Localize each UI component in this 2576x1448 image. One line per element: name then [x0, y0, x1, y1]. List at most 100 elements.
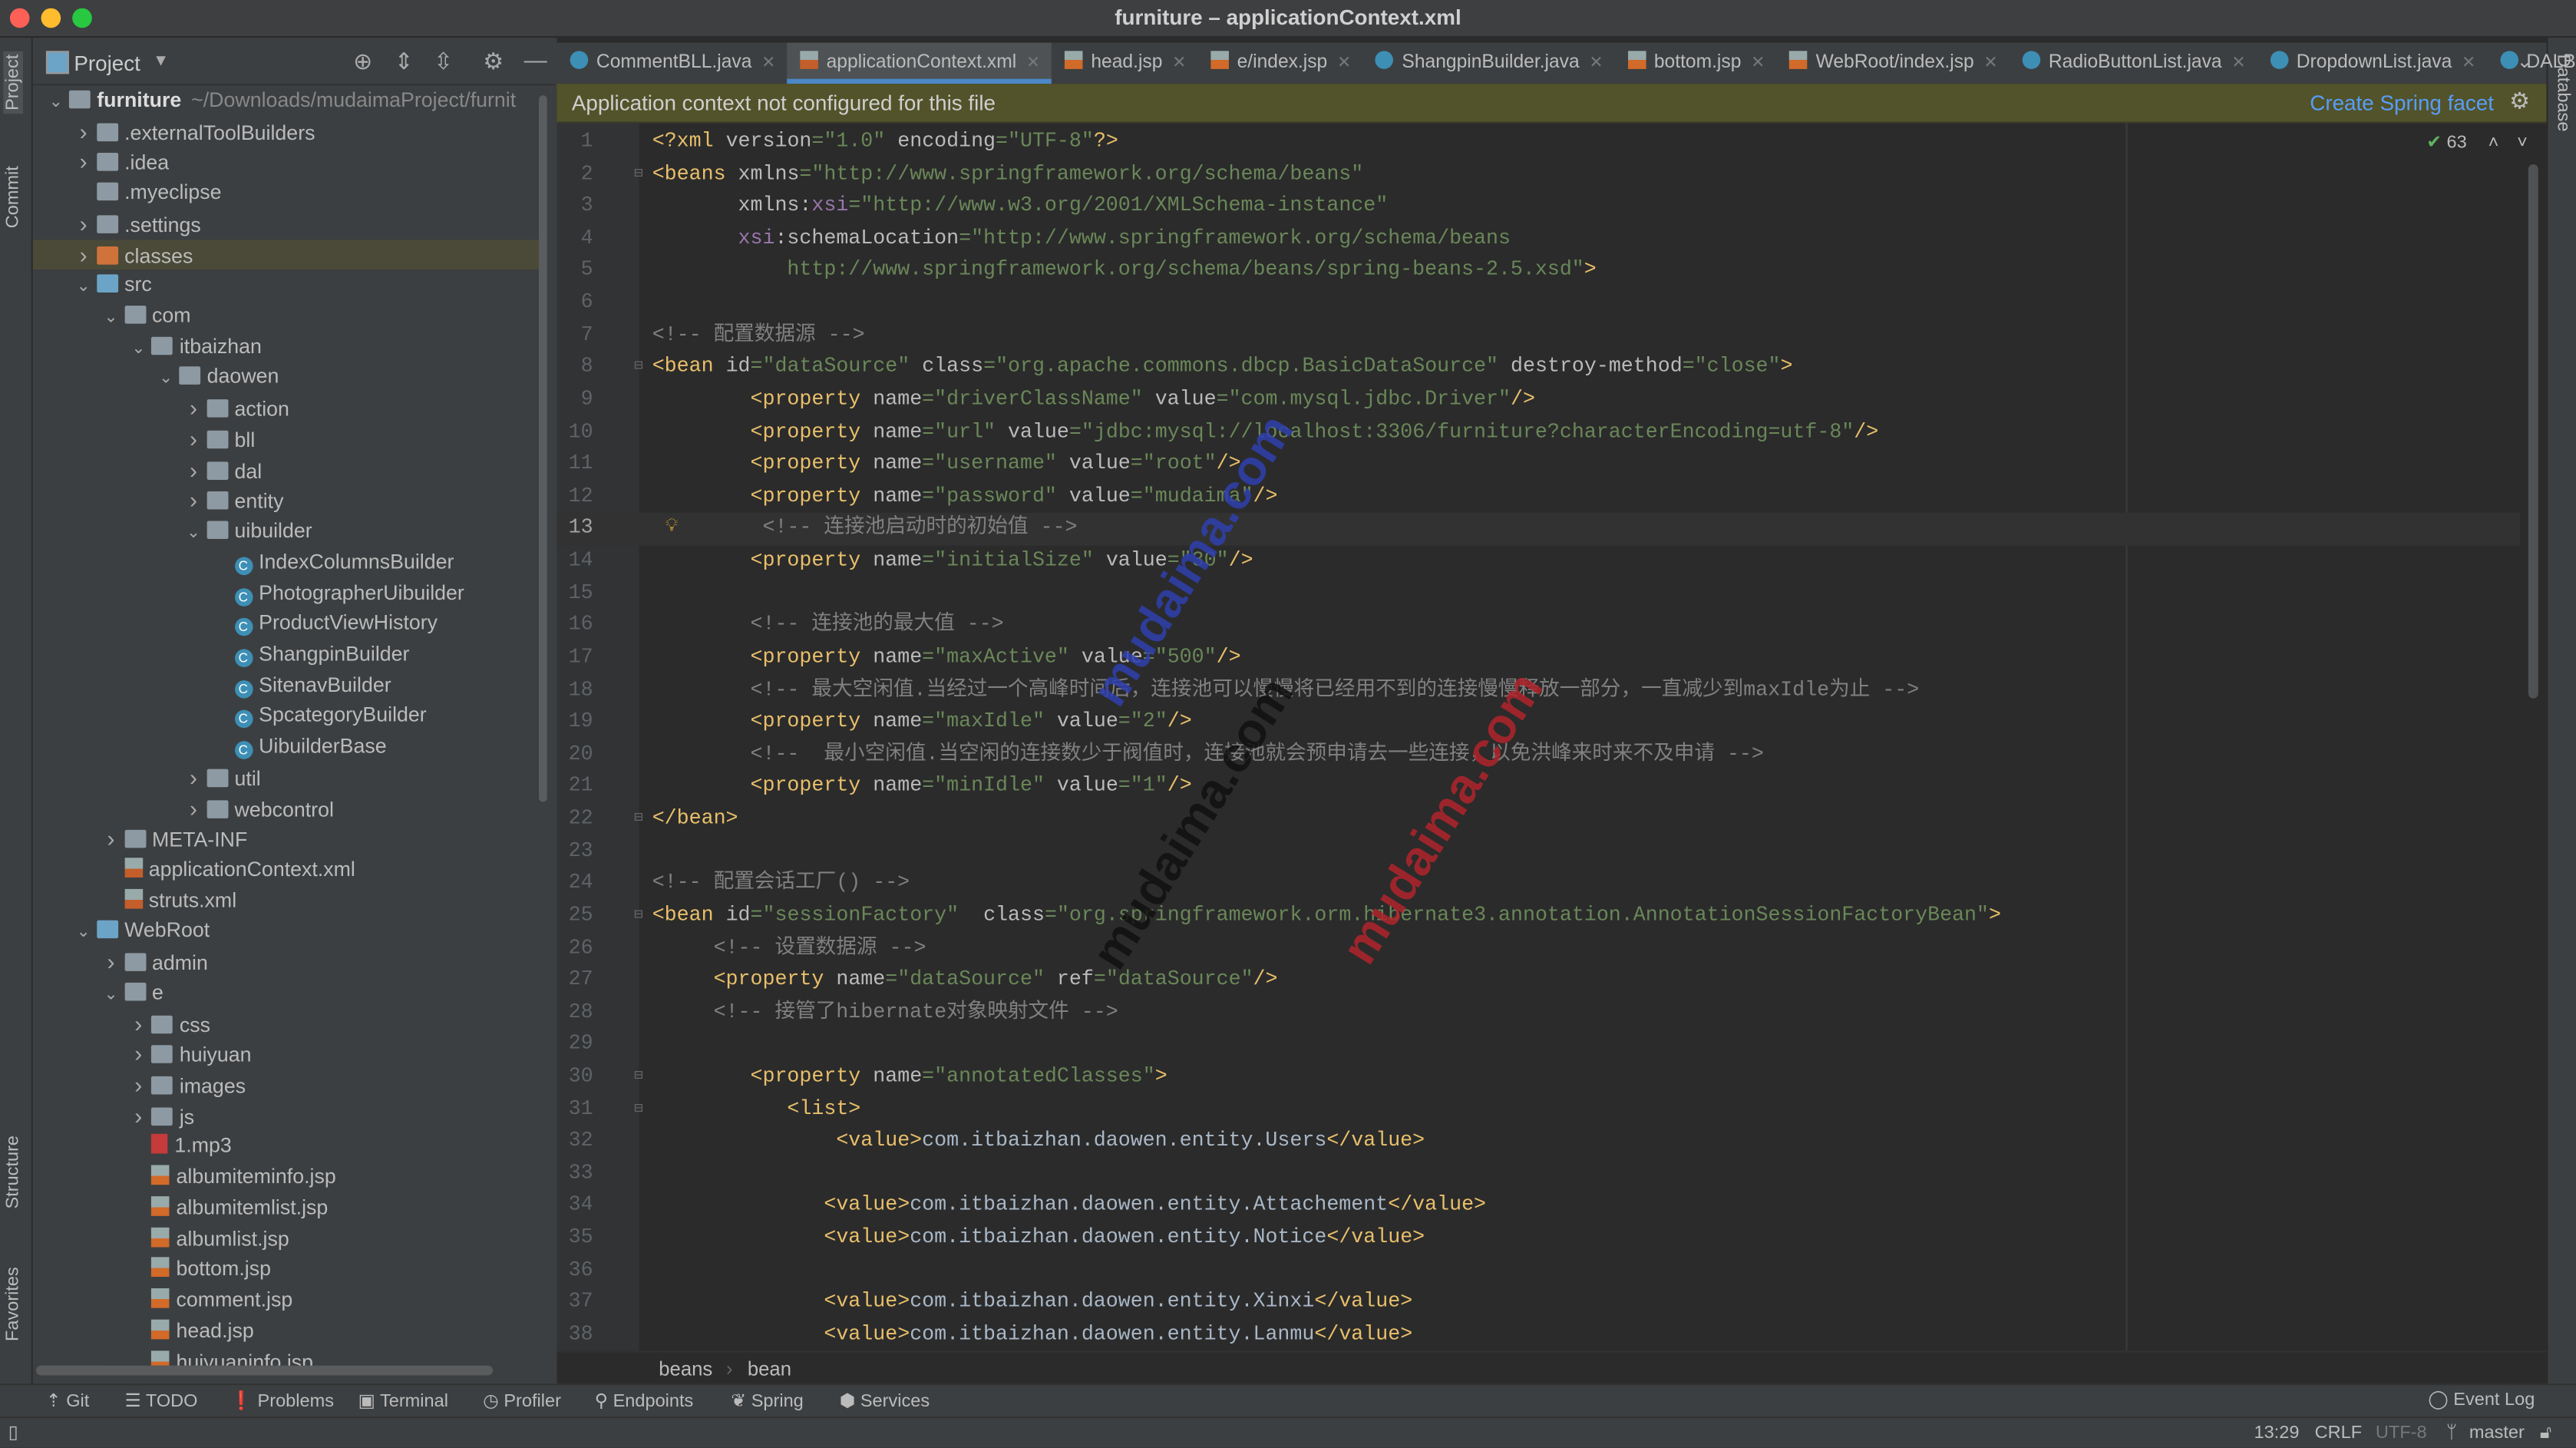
chevron-right-icon[interactable]: ›: [125, 1039, 151, 1069]
chevron-down-icon[interactable]: ⌄: [97, 304, 124, 335]
tab-commentbll-java[interactable]: CommentBLL.java ✕: [557, 43, 788, 84]
close-tab-icon[interactable]: ✕: [1172, 55, 1186, 73]
tree-item[interactable]: ⌄ src: [33, 270, 539, 301]
tree-item[interactable]: C ProductViewHistory: [33, 608, 539, 639]
tab-radiobuttonlist-java[interactable]: RadioButtonList.java ✕: [2009, 43, 2257, 84]
project-view-selector[interactable]: Project: [74, 51, 140, 75]
tree-item[interactable]: › .externalToolBuilders: [33, 116, 539, 147]
tool-git[interactable]: ⇡ Git: [46, 1390, 89, 1412]
chevron-right-icon[interactable]: ›: [180, 393, 206, 424]
inspection-widget[interactable]: ✔ 63 ˄ ˅: [2426, 131, 2528, 153]
tool-profiler[interactable]: ◷ Profiler: [483, 1390, 561, 1412]
close-tab-icon[interactable]: ✕: [2231, 55, 2245, 73]
gear-icon[interactable]: ⚙: [483, 48, 504, 75]
tool-spring[interactable]: ❦ Spring: [731, 1390, 803, 1412]
chevron-right-icon[interactable]: ›: [125, 1069, 151, 1100]
locate-icon[interactable]: ⊕: [353, 48, 372, 75]
tool-todo[interactable]: ☰ TODO: [125, 1390, 198, 1412]
tab-dropdownlist-java[interactable]: DropdownList.java ✕: [2257, 43, 2487, 84]
project-tool-button[interactable]: Project: [3, 51, 23, 114]
lock-icon[interactable]: 🔓︎: [2540, 1423, 2551, 1444]
tab-head-jsp[interactable]: head.jsp ✕: [1052, 43, 1197, 84]
expand-all-icon[interactable]: ⇕: [395, 48, 414, 75]
breadcrumb-item-bean[interactable]: bean: [748, 1357, 791, 1380]
tree-item[interactable]: huiyuaninfo.jsp: [33, 1347, 539, 1366]
fold-marker-icon[interactable]: ⊟: [634, 901, 643, 933]
tree-item[interactable]: › .settings: [33, 209, 539, 240]
tab-bottom-jsp[interactable]: bottom.jsp ✕: [1614, 43, 1776, 84]
chevron-right-icon[interactable]: ›: [125, 1008, 151, 1039]
commit-tool-button[interactable]: Commit: [3, 166, 23, 228]
editor-vertical-scrollbar[interactable]: [2528, 164, 2538, 699]
tool-services[interactable]: ⬢ Services: [840, 1390, 930, 1412]
collapse-all-icon[interactable]: ⇳: [434, 48, 453, 75]
close-tab-icon[interactable]: ✕: [1751, 55, 1765, 73]
tree-item[interactable]: › classes: [32, 239, 540, 270]
chevron-right-icon[interactable]: ›: [70, 116, 96, 147]
file-encoding[interactable]: UTF-8: [2376, 1423, 2427, 1443]
fold-marker-icon[interactable]: ⊟: [634, 352, 643, 385]
git-branch[interactable]: master: [2469, 1423, 2525, 1443]
tree-item[interactable]: head.jsp: [33, 1316, 539, 1347]
close-tab-icon[interactable]: ✕: [2462, 55, 2475, 73]
structure-tool-button[interactable]: Structure: [3, 1136, 23, 1209]
tree-item[interactable]: › admin: [33, 947, 539, 977]
tree-item[interactable]: › css: [33, 1008, 539, 1039]
tree-item[interactable]: › webcontrol: [33, 793, 539, 824]
chevron-down-icon[interactable]: ⌄: [70, 919, 96, 950]
chevron-down-icon[interactable]: ⌄: [180, 520, 206, 550]
project-horizontal-scrollbar[interactable]: [36, 1365, 494, 1376]
close-tab-icon[interactable]: ✕: [1026, 55, 1040, 73]
chevron-down-icon[interactable]: ⌄: [43, 89, 69, 120]
tree-item[interactable]: › dal: [33, 455, 539, 485]
chevron-down-icon[interactable]: ⌄: [97, 980, 124, 1011]
chevron-right-icon[interactable]: ›: [70, 209, 96, 240]
tree-item[interactable]: .myeclipse: [33, 177, 539, 208]
tree-item[interactable]: albumiteminfo.jsp: [33, 1162, 539, 1193]
chevron-right-icon[interactable]: ›: [125, 1100, 151, 1131]
tree-item[interactable]: ⌄ e: [33, 977, 539, 1008]
tree-item[interactable]: ⌄ furniture ~/Downloads/mudaimaProject/fur…: [33, 85, 539, 116]
breadcrumb-item-beans[interactable]: beans: [659, 1357, 712, 1380]
tree-item[interactable]: C IndexColumnsBuilder: [33, 547, 539, 577]
previous-highlight-icon[interactable]: ˄: [2488, 133, 2499, 153]
tree-item[interactable]: bottom.jsp: [33, 1255, 539, 1285]
tab-shangpinbuilder-java[interactable]: ShangpinBuilder.java ✕: [1362, 43, 1614, 84]
tree-item[interactable]: › js: [33, 1100, 539, 1131]
fold-marker-icon[interactable]: ⊟: [634, 159, 643, 191]
close-tab-icon[interactable]: ✕: [1590, 55, 1603, 73]
fold-marker-icon[interactable]: ⊟: [634, 804, 643, 836]
tree-item[interactable]: C SpcategoryBuilder: [33, 701, 539, 732]
chevron-down-icon[interactable]: ▼: [153, 52, 169, 71]
tree-item[interactable]: › util: [33, 762, 539, 793]
tree-item[interactable]: albumitemlist.jsp: [33, 1193, 539, 1224]
tab-applicationcontext-xml[interactable]: applicationContext.xml ✕: [787, 42, 1052, 84]
tree-item[interactable]: 1.mp3: [33, 1132, 539, 1162]
tree-item[interactable]: albumlist.jsp: [33, 1224, 539, 1255]
tree-item[interactable]: › action: [33, 393, 539, 424]
project-vertical-scrollbar[interactable]: [539, 95, 547, 802]
tabs-overflow-chevron-icon[interactable]: ⌄: [2517, 51, 2532, 72]
next-highlight-icon[interactable]: ˅: [2517, 133, 2528, 153]
tree-item[interactable]: ⌄ WebRoot: [33, 916, 539, 947]
caret-position[interactable]: 13:29: [2254, 1423, 2299, 1443]
tree-item[interactable]: ⌄ daowen: [33, 362, 539, 393]
fold-marker-icon[interactable]: ⊟: [634, 1062, 643, 1094]
close-tab-icon[interactable]: ✕: [1984, 55, 1998, 73]
create-spring-facet-link[interactable]: Create Spring facet: [2310, 91, 2494, 115]
chevron-right-icon[interactable]: ›: [180, 485, 206, 516]
tree-item[interactable]: comment.jsp: [33, 1285, 539, 1316]
fold-marker-icon[interactable]: ⊟: [634, 1094, 643, 1126]
chevron-right-icon[interactable]: ›: [180, 793, 206, 824]
tab-e-index-jsp[interactable]: e/index.jsp ✕: [1197, 43, 1362, 84]
chevron-right-icon[interactable]: ›: [180, 424, 206, 455]
chevron-right-icon[interactable]: ›: [70, 147, 96, 177]
chevron-right-icon[interactable]: ›: [97, 824, 124, 855]
chevron-right-icon[interactable]: ›: [70, 240, 96, 270]
chevron-right-icon[interactable]: ›: [180, 455, 206, 485]
gear-icon[interactable]: ⚙: [2509, 87, 2530, 114]
tree-item[interactable]: C PhotographerUibuilder: [33, 577, 539, 608]
chevron-right-icon[interactable]: ›: [97, 947, 124, 977]
chevron-right-icon[interactable]: ›: [180, 762, 206, 793]
tool-problems[interactable]: ❗ Problems: [230, 1390, 334, 1412]
